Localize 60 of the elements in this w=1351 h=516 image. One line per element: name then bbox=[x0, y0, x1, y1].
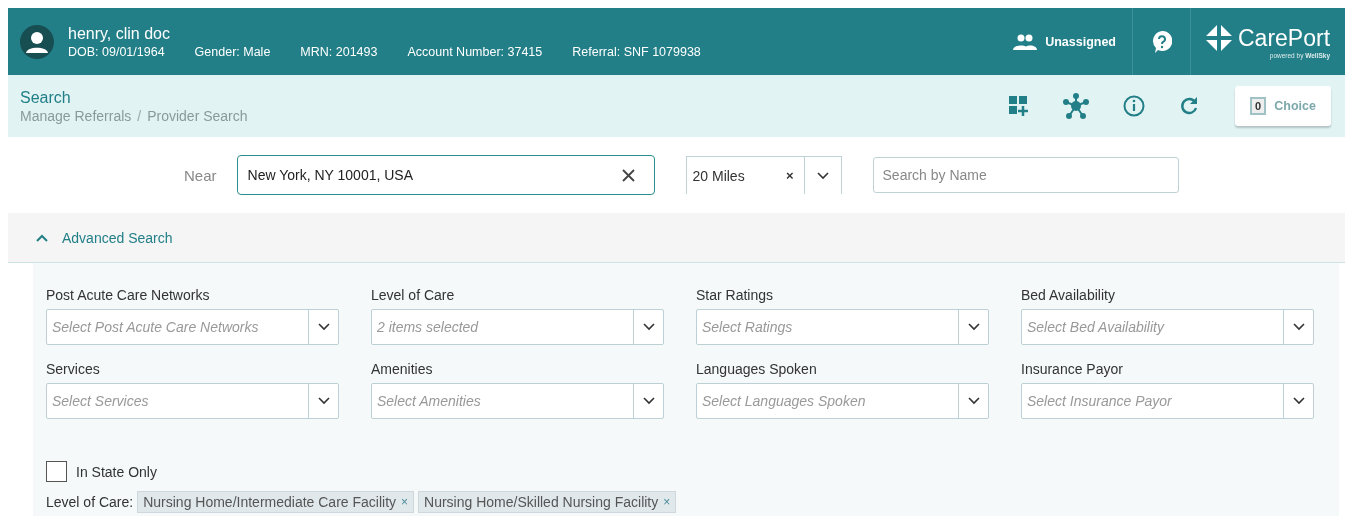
filter-select[interactable]: Select Services bbox=[46, 383, 339, 419]
chevron-down-icon bbox=[642, 397, 655, 405]
filter-select[interactable]: Select Bed Availability bbox=[1021, 309, 1314, 345]
in-state-checkbox[interactable] bbox=[46, 461, 67, 482]
advanced-search-toggle[interactable]: Advanced Search bbox=[30, 228, 179, 247]
breadcrumb-separator: / bbox=[137, 107, 142, 124]
choice-button[interactable]: 0 Choice bbox=[1235, 86, 1331, 126]
refresh-icon[interactable] bbox=[1179, 96, 1199, 116]
assignee-label[interactable]: Unassigned bbox=[1045, 34, 1116, 49]
page-title: Search bbox=[20, 88, 72, 107]
radius-select[interactable]: 20 Miles × bbox=[685, 156, 842, 194]
filter-select[interactable]: Select Ratings bbox=[696, 309, 989, 345]
tag-text: Nursing Home/Skilled Nursing Facility bbox=[424, 494, 659, 510]
chevron-down-icon bbox=[1292, 397, 1305, 405]
filter-label: Languages Spoken bbox=[696, 361, 818, 377]
chevron-down-icon bbox=[967, 397, 980, 405]
people-icon[interactable] bbox=[1013, 33, 1038, 50]
patient-detail: MRN: 201493 bbox=[300, 44, 378, 59]
filter-label: Star Ratings bbox=[696, 287, 775, 303]
remove-tag-button[interactable]: × bbox=[401, 495, 409, 509]
logo-name: CarePort bbox=[1238, 24, 1331, 52]
filter-select[interactable]: Select Post Acute Care Networks bbox=[46, 309, 339, 345]
filter-label: Bed Availability bbox=[1021, 287, 1116, 303]
chevron-down-icon bbox=[967, 323, 980, 331]
filter-label: Insurance Payor bbox=[1021, 361, 1124, 377]
breadcrumb-item[interactable]: Manage Referrals bbox=[20, 107, 132, 124]
chevron-down-icon bbox=[317, 397, 330, 405]
patient-name: henry, clin doc bbox=[68, 24, 171, 43]
level-of-care-label: Level of Care: bbox=[46, 494, 134, 510]
chevron-down-icon bbox=[816, 171, 829, 180]
network-icon[interactable] bbox=[1063, 93, 1089, 119]
breadcrumb-item[interactable]: Provider Search bbox=[147, 107, 248, 124]
chevron-down-icon bbox=[642, 323, 655, 331]
chevron-down-icon bbox=[317, 323, 330, 331]
filter-select[interactable]: Select Languages Spoken bbox=[696, 383, 989, 419]
filter-label: Amenities bbox=[371, 361, 434, 377]
logo-icon bbox=[1206, 25, 1232, 51]
filter-label: Services bbox=[46, 361, 101, 377]
patient-detail: Gender: Male bbox=[194, 44, 271, 59]
patient-detail: Referral: SNF 1079938 bbox=[572, 44, 701, 59]
user-avatar-icon bbox=[20, 24, 54, 59]
patient-detail: DOB: 09/01/1964 bbox=[68, 44, 165, 59]
location-field[interactable]: New York, NY 10001, USA bbox=[236, 155, 655, 195]
chevron-down-icon bbox=[1292, 323, 1305, 331]
filter-select[interactable]: 2 items selected bbox=[371, 309, 664, 345]
filter-label: Level of Care bbox=[371, 287, 456, 303]
in-state-label: In State Only bbox=[76, 463, 157, 480]
name-search-field[interactable]: Search by Name bbox=[872, 157, 1179, 193]
remove-tag-button[interactable]: × bbox=[663, 495, 671, 509]
filter-select[interactable]: Select Amenities bbox=[371, 383, 664, 419]
help-icon[interactable] bbox=[1151, 30, 1172, 53]
filter-select[interactable]: Select Insurance Payor bbox=[1021, 383, 1314, 419]
chevron-up-icon bbox=[36, 233, 48, 242]
clear-icon[interactable] bbox=[621, 169, 635, 182]
patient-detail: Account Number: 37415 bbox=[407, 44, 543, 59]
tag-text: Nursing Home/Intermediate Care Facility bbox=[143, 494, 397, 510]
filter-label: Post Acute Care Networks bbox=[46, 287, 211, 303]
info-icon[interactable] bbox=[1123, 95, 1145, 117]
grid-add-icon[interactable] bbox=[1009, 96, 1029, 116]
near-label: Near bbox=[184, 166, 217, 184]
